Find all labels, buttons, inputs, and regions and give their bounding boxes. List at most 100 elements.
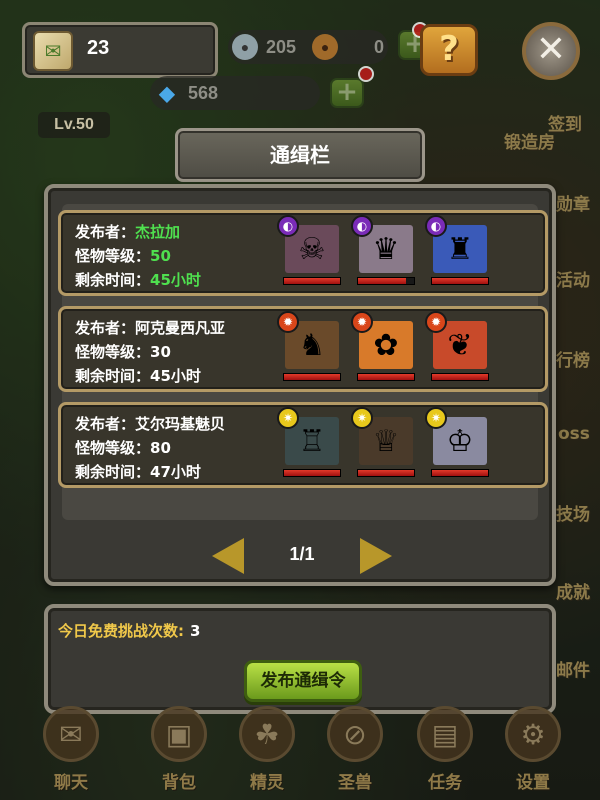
- backpack-icon: ▣: [151, 706, 207, 762]
- nav-beast[interactable]: ⊘ 圣兽: [318, 706, 392, 796]
- hp-bar: [283, 277, 341, 285]
- close-button[interactable]: ✕: [522, 22, 580, 80]
- monster-slot[interactable]: ♞ ✹: [277, 311, 341, 381]
- add-gems-button[interactable]: +: [330, 78, 364, 108]
- publish-bounty-button[interactable]: 发布通缉令: [244, 660, 362, 702]
- bounty-publisher-value: 艾尔玛基魅贝: [135, 415, 226, 433]
- hp-bar-fill: [432, 374, 488, 380]
- next-page-arrow-icon[interactable]: [360, 538, 392, 574]
- gem-counter: ◆ 568: [150, 76, 320, 110]
- hp-bar: [431, 277, 489, 285]
- hp-bar: [357, 277, 415, 285]
- light-element-icon: ✷: [425, 407, 447, 429]
- free-challenges-text: 今日免费挑战次数: 3: [58, 620, 200, 641]
- dark-element-icon: ◐: [425, 215, 447, 237]
- nav-bag-label: 背包: [162, 773, 196, 793]
- nav-chat[interactable]: ✉ 聊天: [34, 706, 108, 796]
- fire-element-icon: ✹: [351, 311, 373, 333]
- panel-title: 通缉栏: [175, 128, 425, 182]
- bounty-time-value: 47小时: [150, 463, 201, 481]
- bounty-level-value: 30: [150, 343, 171, 361]
- scroll-count: 23: [87, 37, 110, 59]
- side-menu-boss: oss: [558, 424, 590, 444]
- nav-quest[interactable]: ▤ 任务: [408, 706, 482, 796]
- gem-value: 568: [188, 82, 219, 103]
- monster-slot[interactable]: ☠ ◐: [277, 215, 341, 285]
- bounty-publisher-row: 发布者：阿克曼西凡亚: [75, 317, 225, 338]
- bounty-level-row: 怪物等级：30: [75, 341, 171, 362]
- challenge-panel: 今日免费挑战次数: 3 发布通缉令: [44, 604, 556, 714]
- help-button[interactable]: ?: [420, 24, 478, 76]
- nav-beast-label: 圣兽: [338, 773, 372, 793]
- nav-spirit[interactable]: ☘ 精灵: [230, 706, 304, 796]
- hp-bar-fill: [358, 374, 414, 380]
- fire-element-icon: ✹: [425, 311, 447, 333]
- monster-slot[interactable]: ❦ ✹: [425, 311, 489, 381]
- bounty-publisher-label: 发布者：: [75, 319, 136, 337]
- hp-bar: [283, 469, 341, 477]
- hp-bar: [357, 469, 415, 477]
- hp-bar: [357, 373, 415, 381]
- hp-bar-fill: [358, 278, 406, 284]
- monster-slot[interactable]: ♖ ✷: [277, 407, 341, 477]
- bounty-time-row: 剩余时间：45小时: [75, 365, 201, 386]
- bounty-panel: 发布者：杰拉加 怪物等级：50 剩余时间：45小时 ☠ ◐ ♛ ◐ ♜ ◐ 发布者：阿克曼西凡亚怪…: [44, 184, 556, 586]
- bounty-publisher-row: 发布者：艾尔玛基魅贝: [75, 413, 225, 434]
- monster-slot[interactable]: ♛ ◐: [351, 215, 415, 285]
- scroll-icon: ✉: [33, 31, 73, 71]
- scroll-counter[interactable]: ✉ 23: [22, 22, 218, 78]
- monster-slot[interactable]: ✿ ✹: [351, 311, 415, 381]
- bounty-publisher-value: 杰拉加: [135, 223, 181, 241]
- notification-dot: [358, 66, 374, 82]
- bounty-publisher-value: 阿克曼西凡亚: [135, 319, 226, 337]
- copper-coin-icon: ●: [312, 34, 339, 60]
- bounty-time-label: 剩余时间：: [75, 271, 151, 289]
- free-challenges-count: 3: [190, 622, 201, 640]
- side-menu-arena: 技场: [556, 505, 590, 525]
- nav-settings-label: 设置: [516, 773, 550, 793]
- side-menu-medal: 勋章: [556, 195, 590, 215]
- bounty-time-value: 45小时: [150, 367, 201, 385]
- bounty-card[interactable]: 发布者：杰拉加 怪物等级：50 剩余时间：45小时 ☠ ◐ ♛ ◐ ♜ ◐: [58, 210, 548, 296]
- hp-bar-fill: [284, 470, 340, 476]
- copper-value: 0: [374, 36, 385, 57]
- hp-bar: [431, 469, 489, 477]
- bounty-time-label: 剩余时间：: [75, 367, 151, 385]
- pager: 1/1: [212, 534, 392, 578]
- chat-bubble-icon: ✉: [43, 706, 99, 762]
- nav-bag[interactable]: ▣ 背包: [142, 706, 216, 796]
- nav-chat-label: 聊天: [54, 773, 88, 793]
- side-menu-achievements: 成就: [556, 583, 590, 603]
- side-menu-forge: 锻造房: [504, 133, 555, 153]
- monster-slot[interactable]: ♔ ✷: [425, 407, 489, 477]
- monster-slot[interactable]: ♕ ✷: [351, 407, 415, 477]
- bounty-time-row: 剩余时间：47小时: [75, 461, 201, 482]
- free-challenges-label: 今日免费挑战次数:: [58, 622, 184, 640]
- gear-icon: ⚙: [505, 706, 561, 762]
- lock-icon: ⊘: [327, 706, 383, 762]
- silver-counter: ● 205 ● 0: [228, 30, 388, 64]
- bounty-level-row: 怪物等级：50: [75, 245, 171, 266]
- bounty-level-value: 50: [150, 247, 171, 265]
- diamond-icon: ◆: [159, 82, 175, 105]
- player-level: Lv.50: [38, 112, 110, 138]
- side-menu-mail: 邮件: [556, 661, 590, 681]
- light-element-icon: ✷: [351, 407, 373, 429]
- bounty-card[interactable]: 发布者：艾尔玛基魅贝 怪物等级：80 剩余时间：47小时 ♖ ✷ ♕ ✷ ♔ ✷: [58, 402, 548, 488]
- bounty-level-row: 怪物等级：80: [75, 437, 171, 458]
- hp-bar-fill: [432, 470, 488, 476]
- bounty-publisher-label: 发布者：: [75, 223, 136, 241]
- dark-element-icon: ◐: [277, 215, 299, 237]
- bounty-card[interactable]: 发布者：阿克曼西凡亚 怪物等级：30 剩余时间：45小时 ♞ ✹ ✿ ✹ ❦ ✹: [58, 306, 548, 392]
- side-menu-events: 活动: [556, 271, 590, 291]
- quest-scroll-icon: ▤: [417, 706, 473, 762]
- nav-settings[interactable]: ⚙ 设置: [496, 706, 570, 796]
- spirit-icon: ☘: [239, 706, 295, 762]
- hp-bar: [431, 373, 489, 381]
- hp-bar: [283, 373, 341, 381]
- bounty-level-label: 怪物等级：: [75, 343, 151, 361]
- dark-element-icon: ◐: [351, 215, 373, 237]
- bounty-level-label: 怪物等级：: [75, 247, 151, 265]
- hp-bar-fill: [284, 278, 340, 284]
- monster-slot[interactable]: ♜ ◐: [425, 215, 489, 285]
